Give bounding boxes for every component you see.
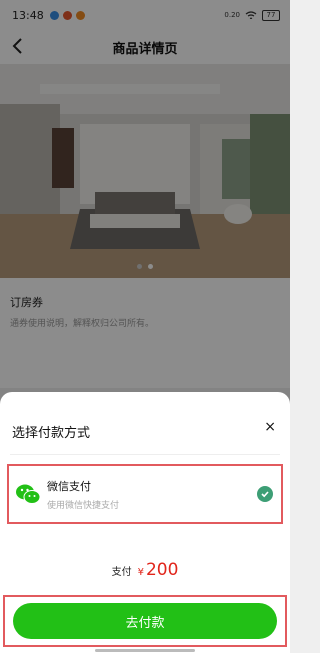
payment-method-subtitle: 使用微信快捷支付 xyxy=(47,500,120,511)
pay-button[interactable]: 去付款 xyxy=(13,603,277,639)
currency-symbol: ¥ xyxy=(137,567,144,578)
divider xyxy=(10,454,280,455)
home-indicator xyxy=(95,649,195,652)
pay-button-highlight: 去付款 xyxy=(3,595,287,647)
payment-sheet: 选择付款方式 × 微信支付 使用微信快捷支付 支付 ¥200 去付款 xyxy=(0,392,290,653)
pay-amount: ¥200 xyxy=(138,560,179,580)
pay-label: 支付 xyxy=(111,567,132,578)
sheet-title: 选择付款方式 xyxy=(12,426,91,441)
payment-method-wechat[interactable]: 微信支付 使用微信快捷支付 xyxy=(7,464,283,524)
check-icon[interactable] xyxy=(257,486,273,502)
payment-method-name: 微信支付 xyxy=(47,479,91,493)
close-icon[interactable]: × xyxy=(264,419,276,435)
amount-value: 200 xyxy=(145,560,179,580)
payment-total: 支付 ¥200 xyxy=(0,560,290,580)
wechat-icon xyxy=(16,484,41,504)
